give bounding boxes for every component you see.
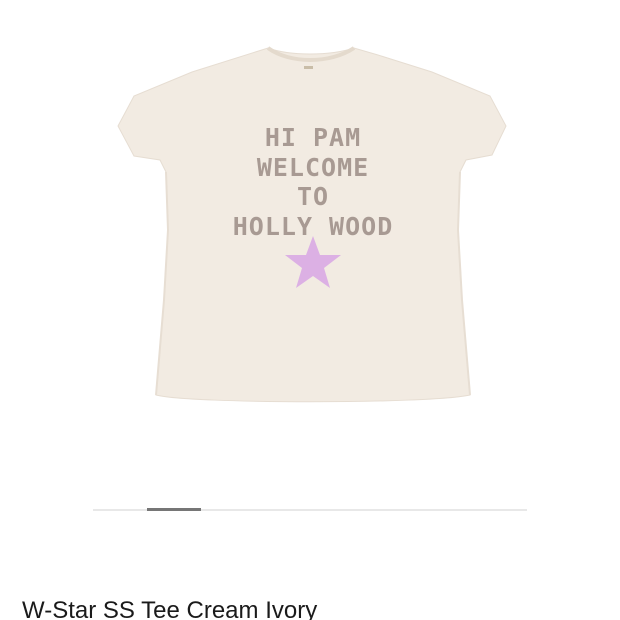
product-title: W-Star SS Tee Cream Ivory bbox=[22, 597, 318, 620]
product-image[interactable]: HI PAM WELCOME TO HOLLY WOOD bbox=[0, 0, 620, 500]
t-shirt-graphic: HI PAM WELCOME TO HOLLY WOOD bbox=[117, 46, 507, 403]
image-carousel-indicator[interactable] bbox=[147, 508, 201, 511]
print-line-3: TO bbox=[297, 182, 329, 211]
print-line-1: HI PAM bbox=[265, 123, 361, 152]
image-carousel-track[interactable] bbox=[93, 508, 527, 511]
product-page: HI PAM WELCOME TO HOLLY WOOD W-Star SS T… bbox=[0, 0, 620, 620]
print-line-2: WELCOME bbox=[257, 153, 369, 182]
neck-label bbox=[304, 66, 313, 69]
